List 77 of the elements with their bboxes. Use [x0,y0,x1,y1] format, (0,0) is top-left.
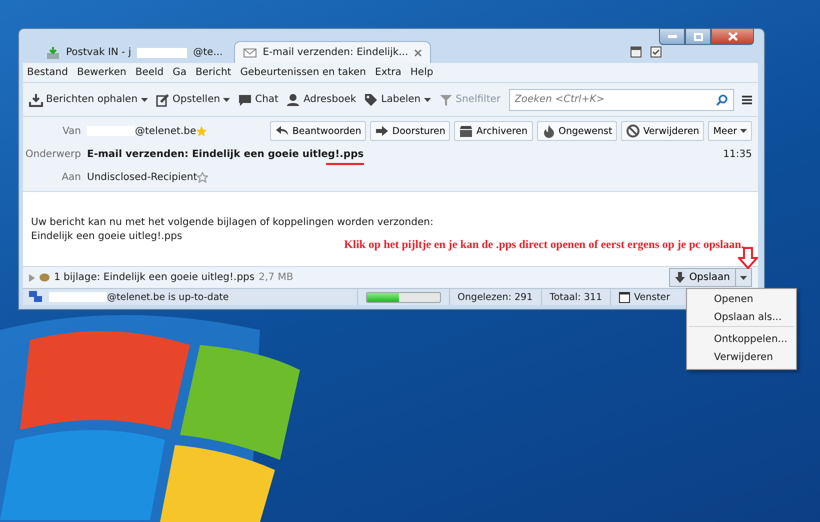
star-icon[interactable] [196,126,208,136]
menu-item[interactable]: Extra [375,67,402,78]
unread-count: Ongelezen: 291 [458,292,533,302]
menu-item[interactable]: Bestand [27,67,68,78]
inbox-icon [46,46,60,60]
download-arrow-icon [675,272,686,283]
right-arrow-icon [375,124,390,138]
toolbar-button[interactable]: Chat [238,92,278,106]
search-icon[interactable] [716,94,728,106]
toolbar-button[interactable]: Opstellen [156,92,230,106]
caret-icon [740,129,747,133]
menu-item[interactable]: Bericht [196,67,232,78]
redaction-block [137,48,188,58]
redaction-block [49,292,107,302]
today-pane-label[interactable]: Venster [634,292,670,302]
minimize-button[interactable] [659,28,685,45]
annotation-text: Klik op het pijltje en je kan de .pps direct openen of eerst ergens op je pc opslaan. [344,238,744,252]
tag-icon [364,92,378,106]
underline-mark [326,162,364,164]
speech-bubble-icon [238,92,252,106]
calendar-icon[interactable] [630,45,642,58]
minimize-icon [668,35,676,38]
menu-item[interactable]: Gebeurtenissen en taken [240,67,366,78]
dropdown-button[interactable] [736,268,752,287]
sender-address: @telenet.be [135,126,196,136]
message-time: 11:35 [723,148,752,160]
subject-label: Onderwerp [24,148,82,160]
filter-icon [438,92,453,106]
toolbar-button[interactable]: Berichten ophalen [29,92,148,106]
menu-item[interactable]: Help [410,67,434,78]
calendar-icon[interactable] [619,291,630,303]
search-field[interactable]: Zoeken <Ctrl+K> [508,88,734,110]
status-text: @telenet.be is up-to-date [107,292,229,302]
network-icon [29,291,43,303]
action-button[interactable]: Verwijderen [621,121,704,141]
action-button[interactable]: Beantwoorden [270,121,366,141]
clipboard-check-icon[interactable] [650,45,662,58]
menu-item[interactable]: Ga [172,67,187,78]
menu-option[interactable]: Opslaan als... [689,309,794,327]
maximize-icon [694,32,702,40]
archive-box-icon [459,124,474,138]
to-label: Aan [60,172,82,182]
toolbar-button[interactable]: Adresboek [286,92,356,106]
recipient-text: Undisclosed-Recipient [87,172,198,182]
attachment-size: 2,7 MB [258,272,294,283]
envelope-icon [242,46,257,60]
attachment-summary[interactable]: 1 bijlage: Eindelijk een goeie uitleg!.pps [54,272,255,283]
star-icon[interactable] [197,172,208,182]
total-count: Totaal: 311 [550,292,602,302]
menu-item[interactable]: Bewerken [76,67,126,78]
close-icon [728,32,738,41]
body-text: Uw bericht kan nu met het volgende bijlagen of koppelingen worden verzonden: [31,216,434,230]
action-button[interactable]: Meer [708,121,752,141]
menu-option[interactable]: Openen [689,291,794,309]
save-button[interactable]: Opslaan [669,268,736,287]
close-icon[interactable] [414,48,422,56]
action-button[interactable]: Doorsturen [370,121,450,141]
subject-text: E-mail verzenden: Eindelijk een goeie uitleg!.pps [87,148,364,160]
maximize-button[interactable] [685,28,711,45]
expand-icon[interactable] [29,274,35,282]
menu-icon[interactable] [742,94,752,106]
menu-item[interactable]: Beeld [135,67,164,78]
pencil-icon [156,92,170,106]
close-button[interactable] [711,28,754,45]
prohibited-icon [626,124,640,138]
tab[interactable]: Postvak IN - j @te... [37,41,232,63]
flame-icon [542,124,556,138]
menu-option[interactable]: Ontkoppelen... [689,331,794,349]
action-button[interactable]: Archiveren [454,121,533,141]
download-icon [29,92,43,106]
tab[interactable]: E-mail verzenden: Eindelijk... [234,41,432,63]
person-icon [286,92,300,106]
menu-option[interactable]: Verwijderen [689,349,794,367]
caret-icon [740,276,747,280]
toolbar-button[interactable]: Labelen [364,92,431,106]
from-label: Van [61,126,82,136]
action-button[interactable]: Ongewenst [536,121,618,141]
